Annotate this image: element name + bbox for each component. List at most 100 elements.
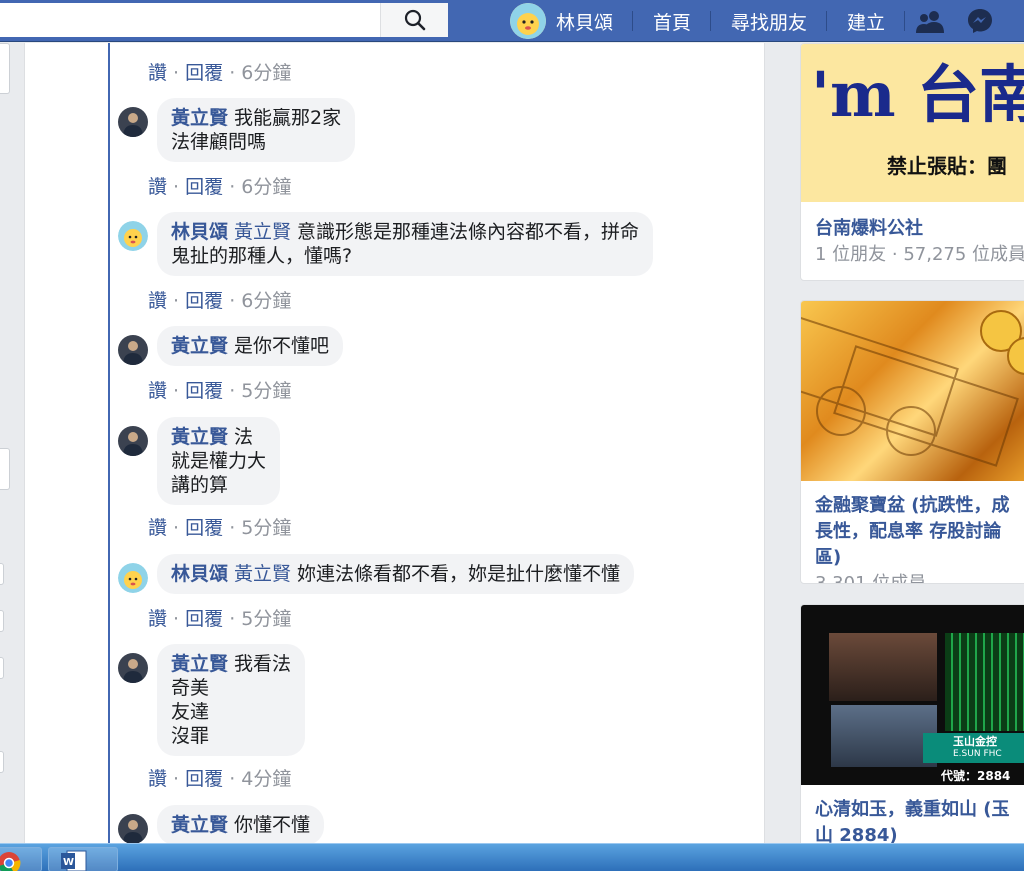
search-icon — [404, 9, 425, 31]
comment-bubble: 黃立賢法 就是權力大 講的算 — [157, 417, 281, 505]
cartoon-avatar-icon — [118, 563, 148, 593]
comment-time: 6分鐘 — [241, 176, 292, 198]
comment-time: 5分鐘 — [241, 517, 292, 539]
avatar[interactable] — [118, 653, 148, 683]
avatar[interactable] — [118, 426, 148, 456]
chrome-icon — [0, 852, 21, 871]
messenger-button[interactable] — [955, 0, 1005, 42]
banner-subtext: 禁止張貼：團 — [887, 154, 1007, 178]
friend-requests-button[interactable] — [905, 0, 955, 42]
like-link[interactable]: 讚 — [148, 62, 167, 84]
avatar[interactable] — [118, 107, 148, 137]
search-box — [0, 3, 448, 37]
photo-avatar-icon — [118, 335, 148, 365]
taskbar-chrome-button[interactable] — [0, 847, 42, 871]
person-photo — [829, 633, 937, 701]
cartoon-avatar-icon — [510, 3, 546, 39]
group-name[interactable]: 心清如玉，義重如山 (玉山 2884) — [801, 797, 1024, 848]
like-link[interactable]: 讚 — [148, 290, 167, 312]
comment-text: 妳連法條看都不看，妳是扯什麼懂不懂 — [297, 563, 621, 585]
reply-link[interactable]: 回覆 — [185, 62, 223, 84]
comment-actions: 讚 · 回覆 · 6分鐘 — [148, 176, 292, 198]
esun-badge-en: E.SUN FHC — [953, 749, 1002, 759]
banner-text: 'm 台南 — [811, 58, 1024, 131]
left-button-2[interactable] — [0, 610, 4, 632]
search-button[interactable] — [380, 3, 448, 37]
money-illustration-icon — [801, 310, 1024, 467]
stock-board — [945, 633, 1024, 731]
person-photo-small — [831, 705, 937, 767]
comment-bubble: 黃立賢 是你不懂吧 — [157, 326, 344, 366]
left-button-3[interactable] — [0, 657, 4, 679]
group-name[interactable]: 台南爆料公社 — [801, 216, 1024, 242]
taskbar-word-button[interactable]: W — [48, 847, 118, 871]
comment-actions: 讚 · 回覆 · 5分鐘 — [148, 608, 292, 630]
gold-money-image — [801, 301, 1024, 481]
comment-mention[interactable]: 黃立賢 — [234, 221, 291, 243]
windows-taskbar: W — [0, 843, 1024, 871]
stock-news-image: 玉山金控 E.SUN FHC 代號：2884 — [801, 605, 1024, 785]
comment-actions: 讚 · 回覆 · 6分鐘 — [148, 290, 292, 312]
avatar[interactable] — [118, 335, 148, 365]
comment: 黃立賢 你懂不懂 — [118, 805, 325, 845]
avatar[interactable] — [118, 221, 148, 251]
top-bar: 林貝頌 首頁 尋找朋友 建立 — [0, 0, 1024, 42]
search-input[interactable] — [0, 3, 380, 37]
comment-actions: 讚 · 回覆 · 6分鐘 — [148, 62, 292, 84]
nav-profile[interactable]: 林貝頌 — [510, 0, 634, 42]
comment-text: 是你不懂吧 — [234, 335, 330, 357]
reply-link[interactable]: 回覆 — [185, 290, 223, 312]
comment-bubble: 黃立賢 你懂不懂 — [157, 805, 325, 845]
messenger-icon — [968, 9, 993, 33]
group-suggestion-card[interactable]: 'm 台南 禁止張貼：團 台南爆料公社 1 位朋友 · 57,275 位成員 — [800, 43, 1024, 281]
comment: 黃立賢 我能贏那2家 法律顧問嗎 — [118, 98, 356, 162]
reply-link[interactable]: 回覆 — [185, 608, 223, 630]
group-suggestion-card[interactable]: 玉山金控 E.SUN FHC 代號：2884 心清如玉，義重如山 (玉山 288… — [800, 604, 1024, 849]
photo-avatar-icon — [118, 107, 148, 137]
comment-mention[interactable]: 黃立賢 — [234, 563, 291, 585]
comment-author[interactable]: 黃立賢 — [171, 814, 228, 836]
friends-icon — [916, 11, 945, 33]
comment-author[interactable]: 黃立賢 — [171, 653, 228, 675]
cartoon-avatar-icon — [118, 221, 148, 251]
nav-home[interactable]: 首頁 — [633, 0, 712, 42]
comment-author[interactable]: 林貝頌 — [171, 221, 228, 243]
reply-link[interactable]: 回覆 — [185, 517, 223, 539]
photo-avatar-icon — [118, 426, 148, 456]
photo-avatar-icon — [118, 814, 148, 844]
comment-actions: 讚 · 回覆 · 5分鐘 — [148, 517, 292, 539]
profile-avatar — [510, 3, 546, 39]
comment: 林貝頌 黃立賢 意識形態是那種連法條內容都不看，拼命 鬼扯的那種人，懂嗎? — [118, 212, 654, 276]
avatar[interactable] — [118, 814, 148, 844]
word-icon: W — [61, 850, 87, 871]
nav-find-friends[interactable]: 尋找朋友 — [711, 0, 828, 42]
reply-link[interactable]: 回覆 — [185, 768, 223, 790]
comment-author[interactable]: 黃立賢 — [171, 107, 228, 129]
comment-bubble: 黃立賢 我能贏那2家 法律顧問嗎 — [157, 98, 356, 162]
left-button-4[interactable] — [0, 751, 4, 773]
comment-time: 6分鐘 — [241, 290, 292, 312]
group-cover-image: 'm 台南 禁止張貼：團 — [801, 44, 1024, 202]
stock-code: 代號：2884 — [941, 769, 1011, 783]
reply-link[interactable]: 回覆 — [185, 380, 223, 402]
esun-logo-box: 玉山金控 E.SUN FHC — [923, 733, 1024, 763]
like-link[interactable]: 讚 — [148, 608, 167, 630]
comment-author[interactable]: 林貝頌 — [171, 563, 228, 585]
nav-user-name: 林貝頌 — [556, 11, 614, 34]
group-name[interactable]: 金融聚寶盆 (抗跌性，成長性，配息率 存股討論區) — [801, 493, 1024, 571]
comment: 黃立賢 是你不懂吧 — [118, 326, 344, 366]
like-link[interactable]: 讚 — [148, 517, 167, 539]
photo-avatar-icon — [118, 653, 148, 683]
reply-link[interactable]: 回覆 — [185, 176, 223, 198]
comment-author[interactable]: 黃立賢 — [171, 335, 228, 357]
nav-create[interactable]: 建立 — [827, 0, 906, 42]
like-link[interactable]: 讚 — [148, 768, 167, 790]
group-suggestion-card[interactable]: 金融聚寶盆 (抗跌性，成長性，配息率 存股討論區) 3,301 位成員 — [800, 300, 1024, 584]
avatar[interactable] — [118, 563, 148, 593]
comment-time: 4分鐘 — [241, 768, 292, 790]
comment-author[interactable]: 黃立賢 — [171, 426, 228, 448]
left-button-1[interactable] — [0, 563, 4, 585]
like-link[interactable]: 讚 — [148, 176, 167, 198]
like-link[interactable]: 讚 — [148, 380, 167, 402]
left-column — [0, 43, 12, 843]
